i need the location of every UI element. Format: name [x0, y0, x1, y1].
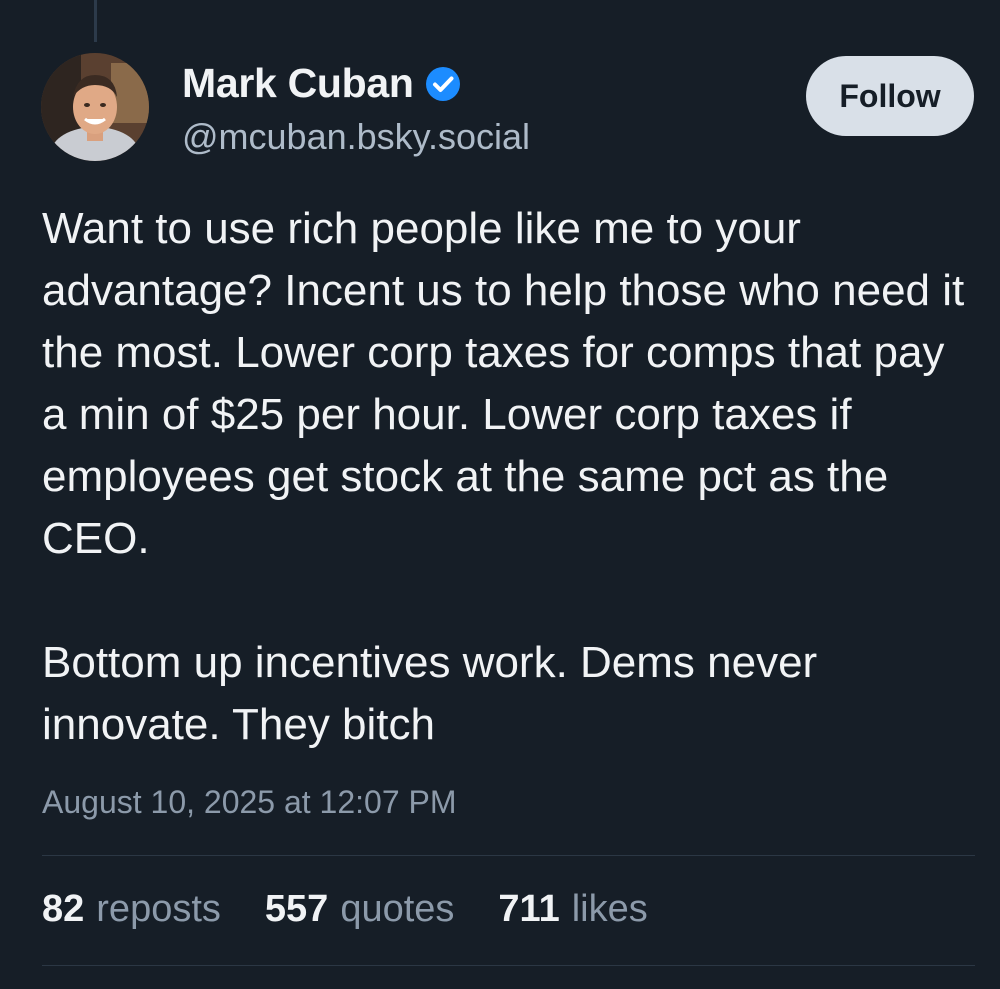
post-stats: 82 reposts 557 quotes 711 likes [42, 888, 648, 931]
user-avatar-photo-icon [41, 53, 149, 161]
quotes-stat[interactable]: 557 quotes [265, 888, 455, 931]
likes-count: 711 [498, 888, 560, 930]
author-display-name[interactable]: Mark Cuban [182, 60, 414, 107]
quotes-count: 557 [264, 888, 329, 930]
verified-badge-icon[interactable] [424, 65, 462, 103]
reposts-label: reposts [96, 888, 221, 930]
author-handle[interactable]: @mcuban.bsky.social [182, 116, 530, 158]
likes-stat[interactable]: 711 likes [498, 888, 647, 931]
post-paragraph: Bottom up incentives work. Dems never in… [42, 638, 818, 749]
likes-label: likes [571, 888, 648, 930]
author-avatar[interactable] [41, 53, 149, 161]
post-timestamp: August 10, 2025 at 12:07 PM [42, 784, 457, 820]
thread-connector-line [94, 0, 97, 42]
divider [42, 965, 975, 966]
author-name-row: Mark Cuban [182, 60, 462, 107]
reposts-stat[interactable]: 82 reposts [42, 888, 221, 931]
post-paragraph: Want to use rich people like me to your … [42, 204, 965, 563]
follow-button[interactable]: Follow [806, 56, 974, 136]
divider [42, 855, 975, 856]
reposts-count: 82 [42, 888, 85, 930]
quotes-label: quotes [340, 888, 455, 930]
post-body: Want to use rich people like me to your … [42, 198, 972, 756]
